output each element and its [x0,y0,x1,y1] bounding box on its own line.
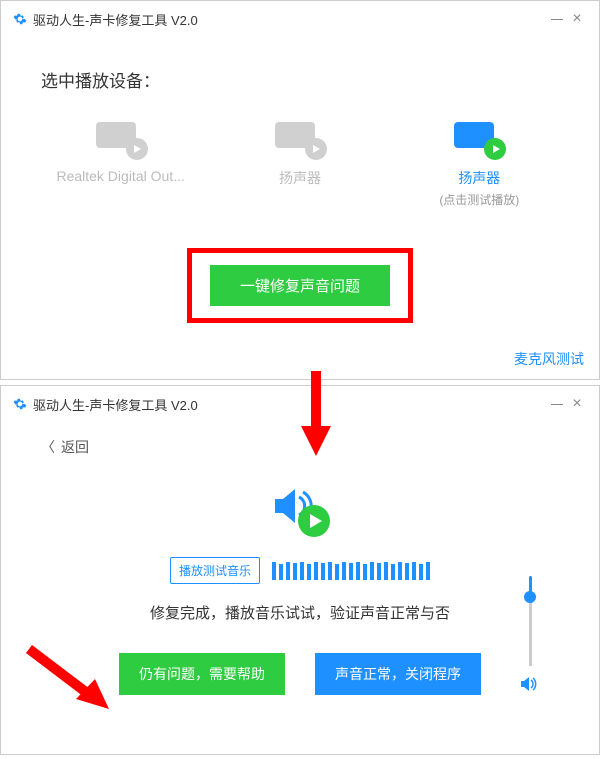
device-name: Realtek Digital Out... [56,168,184,184]
arrow-diag-icon [21,641,121,726]
highlight-box: 一键修复声音问题 [187,248,413,323]
speaker-play-icon [270,477,330,537]
back-label: 返回 [61,437,89,457]
device-item-active[interactable]: 扬声器 (点击测试播放) [404,122,554,208]
volume-slider[interactable] [521,576,539,697]
speaker-icon [521,676,539,697]
arrow-down-icon [291,366,341,466]
chevron-left-icon: 〈 [41,437,55,457]
device-item[interactable]: Realtek Digital Out... [46,122,196,208]
play-row: 播放测试音乐 [1,557,599,584]
fix-button-area: 一键修复声音问题 [1,248,599,323]
status-text: 修复完成，播放音乐试试，验证声音正常与否 [1,602,599,623]
fix-sound-button[interactable]: 一键修复声音问题 [210,265,390,306]
gear-icon [13,12,27,26]
need-help-button[interactable]: 仍有问题，需要帮助 [119,653,285,695]
device-hint: (点击测试播放) [439,191,519,208]
equalizer-icon [272,562,430,580]
soundcard-icon [454,122,504,158]
titlebar: 驱动人生-声卡修复工具 V2.0 × [1,1,599,37]
close-button[interactable]: × [567,9,587,29]
mic-test-link[interactable]: 麦克风测试 [514,349,584,369]
window-title: 驱动人生-声卡修复工具 V2.0 [33,395,547,414]
speaker-icon-area [1,477,599,537]
window-device-select: 驱动人生-声卡修复工具 V2.0 × 选中播放设备： Realtek Digit… [0,0,600,380]
device-name: 扬声器 [279,168,321,188]
minimize-button[interactable] [547,394,567,414]
volume-thumb[interactable] [524,591,536,603]
close-button[interactable]: × [567,394,587,414]
device-list: Realtek Digital Out... 扬声器 扬声器 (点击测试播放) [1,112,599,218]
sound-ok-close-button[interactable]: 声音正常，关闭程序 [315,653,481,695]
soundcard-icon [275,122,325,158]
minimize-button[interactable] [547,9,567,29]
window-repair-result: 驱动人生-声卡修复工具 V2.0 × 〈 返回 播放测试音乐 修复完成，播放音乐… [0,385,600,755]
gear-icon [13,397,27,411]
section-title: 选中播放设备： [1,37,599,112]
soundcard-icon [96,122,146,158]
play-test-music-button[interactable]: 播放测试音乐 [170,557,260,584]
device-item[interactable]: 扬声器 [225,122,375,208]
window-title: 驱动人生-声卡修复工具 V2.0 [33,10,547,29]
device-name: 扬声器 [458,168,500,188]
